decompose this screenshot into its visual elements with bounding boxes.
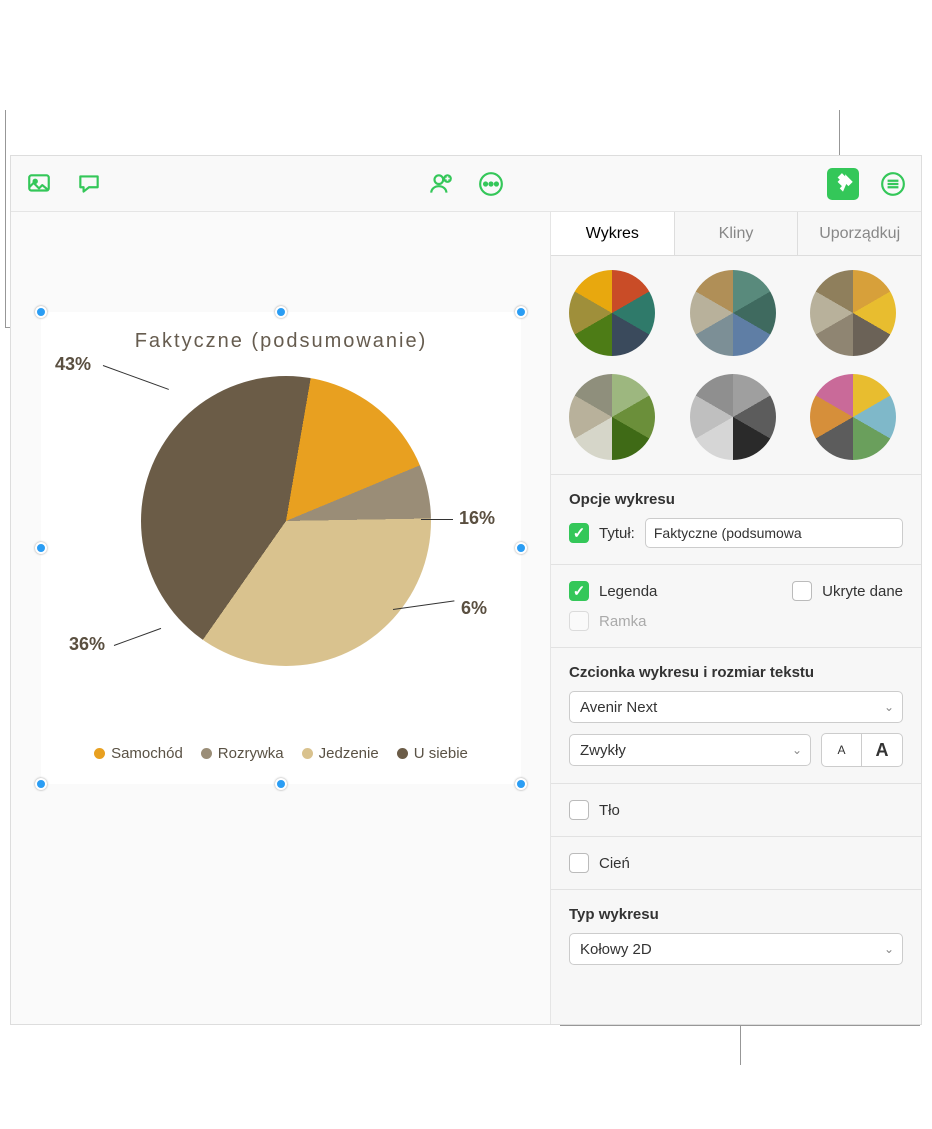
legend-label: Samochód	[111, 745, 183, 762]
chart-style-swatch[interactable]	[690, 270, 776, 356]
legend-label: U siebie	[414, 745, 468, 762]
pie-chart[interactable]	[141, 376, 431, 666]
section-header: Opcje wykresu	[569, 491, 903, 508]
section-options: Opcje wykresu Tytuł: Faktyczne (podsumow…	[551, 475, 921, 565]
title-input[interactable]: Faktyczne (podsumowa	[645, 518, 903, 548]
section-header: Czcionka wykresu i rozmiar tekstu	[569, 664, 903, 681]
legend-item: Jedzenie	[302, 745, 379, 762]
chart-title: Faktyczne (podsumowanie)	[41, 330, 521, 353]
slice-label: 43%	[55, 354, 91, 375]
tab-chart[interactable]: Wykres	[551, 212, 675, 255]
legend-swatch	[201, 748, 212, 759]
chart-style-swatch[interactable]	[569, 270, 655, 356]
checkbox-hidden-data[interactable]	[792, 581, 812, 601]
section-header: Typ wykresu	[569, 906, 903, 923]
slice-label: 6%	[461, 598, 487, 619]
resize-handle[interactable]	[35, 542, 47, 554]
legend-label: Jedzenie	[319, 745, 379, 762]
section-chart-type: Typ wykresu Kołowy 2D⌄	[551, 890, 921, 981]
leader-line	[103, 365, 169, 390]
section-shadow: Cień	[551, 837, 921, 890]
checkbox-title[interactable]	[569, 523, 589, 543]
checkbox-background[interactable]	[569, 800, 589, 820]
chart-style-swatch[interactable]	[810, 270, 896, 356]
label-hidden-data: Ukryte dane	[822, 583, 903, 600]
legend-swatch	[302, 748, 313, 759]
increase-size-button[interactable]: A	[862, 734, 902, 766]
slice-label: 36%	[69, 634, 105, 655]
resize-handle[interactable]	[275, 778, 287, 790]
checkbox-frame	[569, 611, 589, 631]
callout-line	[740, 1025, 741, 1065]
comment-icon[interactable]	[73, 168, 105, 200]
section-background: Tło	[551, 784, 921, 837]
more-icon[interactable]	[475, 168, 507, 200]
legend-item: Samochód	[94, 745, 183, 762]
format-brush-icon[interactable]	[827, 168, 859, 200]
label-shadow: Cień	[599, 855, 630, 872]
resize-handle[interactable]	[275, 306, 287, 318]
chart-style-swatch[interactable]	[569, 374, 655, 460]
slice-label: 16%	[459, 508, 495, 529]
checkbox-legend[interactable]	[569, 581, 589, 601]
leader-line	[114, 628, 161, 646]
chart-style-grid	[551, 256, 921, 475]
chart-selection[interactable]: Faktyczne (podsumowanie) 43% 16% 6% 36% …	[41, 312, 521, 784]
label-background: Tło	[599, 802, 620, 819]
section-font: Czcionka wykresu i rozmiar tekstu Avenir…	[551, 648, 921, 784]
section-legend: Legenda Ukryte dane Ramka	[551, 565, 921, 648]
tab-arrange[interactable]: Uporządkuj	[798, 212, 921, 255]
label-legend: Legenda	[599, 583, 782, 600]
resize-handle[interactable]	[515, 542, 527, 554]
document-canvas[interactable]: Faktyczne (podsumowanie) 43% 16% 6% 36% …	[11, 212, 551, 1024]
legend-swatch	[397, 748, 408, 759]
add-people-icon[interactable]	[425, 168, 457, 200]
legend-item: Rozrywka	[201, 745, 284, 762]
format-inspector: Wykres Kliny Uporządkuj Opcje wykresu Ty…	[551, 212, 921, 1024]
chevron-down-icon: ⌄	[884, 700, 894, 714]
legend-swatch	[94, 748, 105, 759]
checkbox-shadow[interactable]	[569, 853, 589, 873]
chart-legend: Samochód Rozrywka Jedzenie U siebie	[41, 745, 521, 762]
resize-handle[interactable]	[515, 306, 527, 318]
callout-line	[5, 110, 6, 328]
resize-handle[interactable]	[35, 778, 47, 790]
resize-handle[interactable]	[515, 778, 527, 790]
list-icon[interactable]	[877, 168, 909, 200]
legend-label: Rozrywka	[218, 745, 284, 762]
resize-handle[interactable]	[35, 306, 47, 318]
chevron-down-icon: ⌄	[884, 942, 894, 956]
leader-line	[421, 519, 453, 520]
inspector-tabs: Wykres Kliny Uporządkuj	[551, 212, 921, 256]
media-icon[interactable]	[23, 168, 55, 200]
label-frame: Ramka	[599, 613, 647, 630]
legend-item: U siebie	[397, 745, 468, 762]
chart-type-select[interactable]: Kołowy 2D⌄	[569, 933, 903, 965]
app-window: Faktyczne (podsumowanie) 43% 16% 6% 36% …	[10, 155, 922, 1025]
chart-style-swatch[interactable]	[690, 374, 776, 460]
label-title: Tytuł:	[599, 525, 635, 542]
chart-style-swatch[interactable]	[810, 374, 896, 460]
font-style-select[interactable]: Zwykły⌄	[569, 734, 811, 766]
font-size-stepper: A A	[821, 733, 903, 767]
chevron-down-icon: ⌄	[792, 743, 802, 757]
decrease-size-button[interactable]: A	[822, 734, 862, 766]
toolbar	[11, 156, 921, 212]
tab-wedges[interactable]: Kliny	[675, 212, 799, 255]
font-family-select[interactable]: Avenir Next⌄	[569, 691, 903, 723]
